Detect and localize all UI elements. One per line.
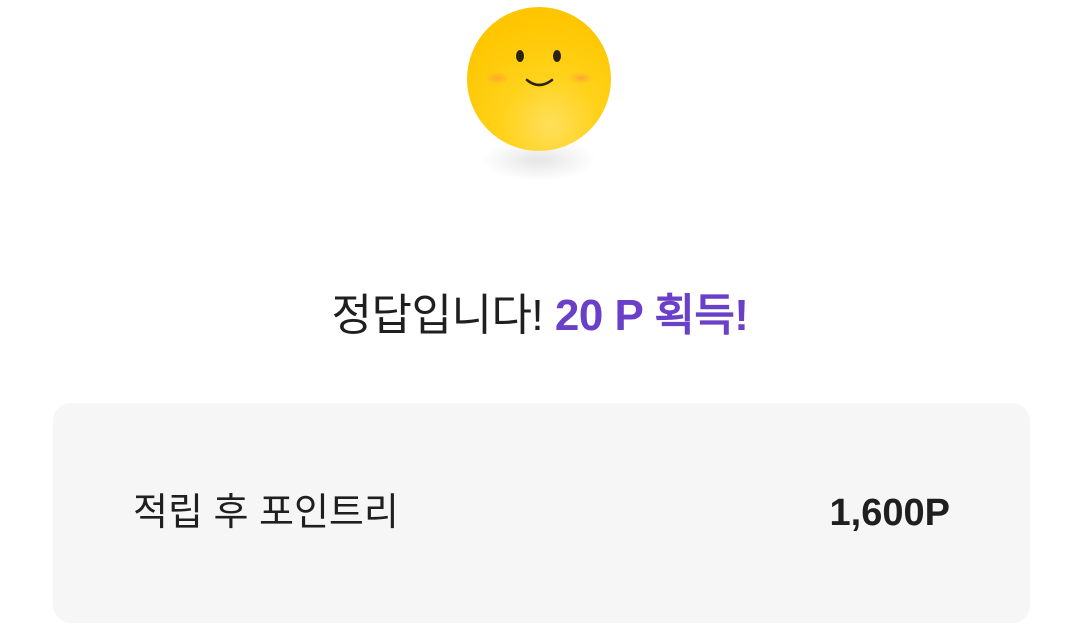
- result-headline: 정답입니다! 20 P 획득!: [0, 286, 1080, 346]
- correct-answer-message: 정답입니다!: [331, 291, 544, 340]
- quiz-result-screen: 정답입니다! 20 P 획득! 적립 후 포인트리 1,600P: [0, 0, 1080, 628]
- smiley-face-icon: [466, 6, 612, 152]
- points-after-value: 1,600P: [829, 492, 950, 534]
- reward-points-text: 20 P 획득!: [554, 291, 749, 340]
- points-summary-card: 적립 후 포인트리 1,600P: [53, 403, 1030, 623]
- points-after-label: 적립 후 포인트리: [133, 492, 399, 534]
